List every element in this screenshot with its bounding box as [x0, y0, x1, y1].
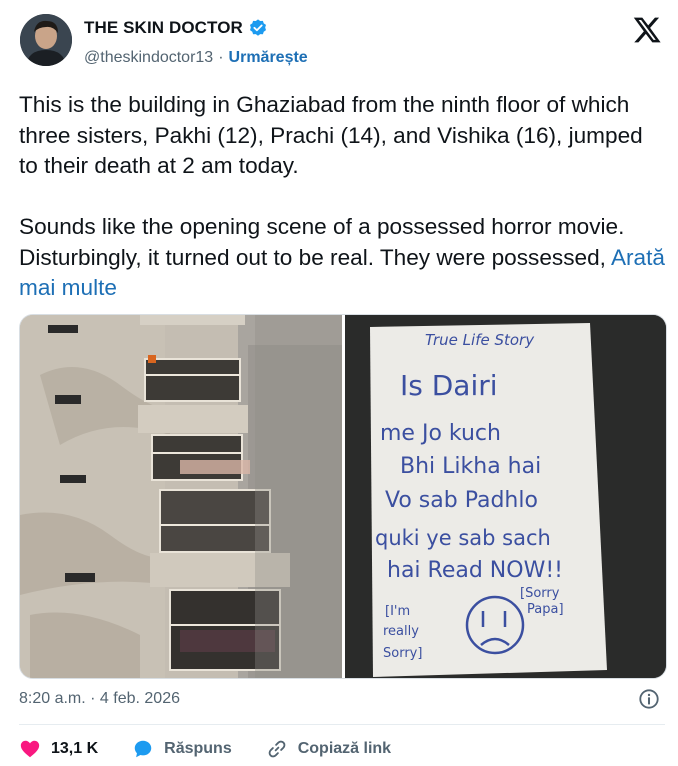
note-line: Bhi Likha hai: [400, 454, 541, 479]
like-button[interactable]: 13,1 K: [19, 738, 98, 760]
note-line: Papa]: [527, 602, 564, 617]
reply-bubble-icon: [134, 740, 152, 758]
note-line: True Life Story: [425, 331, 535, 349]
like-count: 13,1 K: [51, 740, 99, 757]
reply-label: Răspuns: [164, 740, 232, 757]
reply-button[interactable]: Răspuns: [132, 738, 232, 760]
note-line: Vo sab Padhlo: [385, 488, 538, 513]
action-bar: 13,1 K Răspuns Copiază link: [19, 738, 425, 760]
note-line: really: [383, 624, 419, 639]
note-line: quki ye sab sach: [375, 526, 551, 550]
link-icon: [268, 740, 286, 758]
heart-icon: [20, 740, 40, 758]
note-line: Is Dairi: [400, 369, 498, 402]
note-line: [Sorry: [520, 586, 560, 601]
divider: [19, 724, 665, 725]
copy-link-label: Copiază link: [297, 740, 392, 757]
tweet-media[interactable]: True Life Story Is Dairi me Jo kuch Bhi …: [19, 314, 667, 679]
x-logo-icon[interactable]: [633, 17, 662, 43]
building-photo[interactable]: [20, 315, 342, 678]
info-icon[interactable]: [638, 688, 660, 710]
author-name[interactable]: THE SKIN DOCTOR: [84, 18, 243, 38]
handle-separator: ·: [218, 49, 224, 66]
verified-badge-icon: [249, 19, 266, 36]
tweet-timestamp[interactable]: 8:20 a.m. · 4 feb. 2026: [19, 690, 180, 708]
author-avatar[interactable]: [20, 14, 72, 66]
note-photo[interactable]: True Life Story Is Dairi me Jo kuch Bhi …: [345, 315, 666, 678]
tweet-text: This is the building in Ghaziabad from t…: [19, 90, 667, 304]
note-line: Sorry]: [383, 646, 422, 661]
avatar-image: [20, 14, 72, 66]
follow-button[interactable]: Urmărește: [229, 49, 308, 67]
note-line: hai Read NOW!!: [387, 558, 563, 583]
note-line: [I'm: [385, 604, 410, 619]
tweet-body: This is the building in Ghaziabad from t…: [19, 92, 643, 270]
author-handle[interactable]: @theskindoctor13: [84, 49, 213, 67]
note-line: me Jo kuch: [380, 421, 501, 446]
copy-link-button[interactable]: Copiază link: [266, 738, 391, 760]
